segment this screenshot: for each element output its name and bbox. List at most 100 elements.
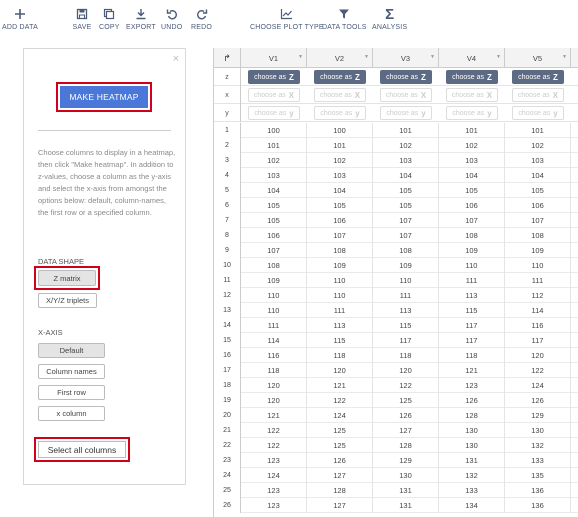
analysis-button[interactable]: Σ ANALYSIS [372, 6, 407, 32]
table-cell[interactable]: 101 [505, 123, 571, 138]
make-heatmap-button[interactable]: MAKE HEATMAP [60, 86, 148, 108]
table-cell[interactable]: 118 [373, 348, 439, 363]
table-cell[interactable]: 130 [439, 438, 505, 453]
table-cell[interactable]: 100 [241, 123, 307, 138]
row-number[interactable]: 9 [214, 243, 241, 258]
table-cell[interactable]: 123 [241, 453, 307, 468]
table-cell[interactable]: 108 [241, 258, 307, 273]
table-cell[interactable]: 106 [241, 228, 307, 243]
table-cell[interactable]: 124 [505, 378, 571, 393]
choose-plot-type-button[interactable]: CHOOSE PLOT TYPE [250, 6, 324, 31]
table-cell[interactable]: 127 [373, 423, 439, 438]
choose-as-x-button[interactable]: choose as X [380, 88, 432, 102]
table-cell[interactable]: 105 [241, 198, 307, 213]
table-cell[interactable]: 108 [373, 243, 439, 258]
row-number[interactable]: 10 [214, 258, 241, 273]
table-cell[interactable]: 124 [241, 468, 307, 483]
table-cell[interactable]: 111 [505, 273, 571, 288]
table-cell[interactable]: 121 [439, 363, 505, 378]
table-cell[interactable]: 130 [373, 468, 439, 483]
table-cell[interactable]: 111 [307, 303, 373, 318]
choose-as-y-button[interactable]: choose as y [380, 106, 432, 120]
table-cell[interactable]: 104 [439, 168, 505, 183]
table-cell[interactable]: 107 [373, 213, 439, 228]
caret-down-icon[interactable]: ▼ [496, 54, 501, 60]
table-cell[interactable]: 129 [373, 453, 439, 468]
row-number[interactable]: 18 [214, 378, 241, 393]
row-number[interactable]: 7 [214, 213, 241, 228]
table-cell[interactable]: 103 [373, 153, 439, 168]
table-cell[interactable]: 101 [373, 123, 439, 138]
row-number[interactable]: 11 [214, 273, 241, 288]
x-axis-default-option[interactable]: Default [38, 343, 105, 358]
table-cell[interactable]: 103 [241, 168, 307, 183]
row-number[interactable]: 8 [214, 228, 241, 243]
caret-down-icon[interactable]: ▼ [298, 54, 303, 60]
table-cell[interactable]: 122 [373, 378, 439, 393]
table-cell[interactable]: 109 [373, 258, 439, 273]
z-matrix-option[interactable]: Z matrix [38, 270, 96, 286]
table-cell[interactable]: 118 [307, 348, 373, 363]
table-cell[interactable]: 101 [241, 138, 307, 153]
column-header[interactable]: V3 ▼ [373, 48, 439, 68]
corner-cell[interactable]: ↱ [214, 48, 241, 68]
redo-button[interactable]: REDO [191, 6, 212, 31]
choose-as-z-button[interactable]: choose as Z [314, 70, 366, 84]
table-cell[interactable]: 107 [439, 213, 505, 228]
table-cell[interactable]: 109 [439, 243, 505, 258]
table-cell[interactable]: 130 [439, 423, 505, 438]
row-number[interactable]: 21 [214, 423, 241, 438]
table-cell[interactable]: 105 [439, 183, 505, 198]
table-cell[interactable]: 129 [505, 408, 571, 423]
table-cell[interactable]: 117 [373, 333, 439, 348]
table-cell[interactable]: 131 [373, 498, 439, 513]
table-cell[interactable]: 125 [307, 423, 373, 438]
table-cell[interactable]: 108 [505, 228, 571, 243]
row-number[interactable]: 19 [214, 393, 241, 408]
save-button[interactable]: SAVE [72, 6, 92, 31]
table-cell[interactable]: 122 [505, 363, 571, 378]
table-cell[interactable]: 127 [307, 498, 373, 513]
xyz-triplets-option[interactable]: X/Y/Z triplets [38, 293, 97, 308]
caret-down-icon[interactable]: ▼ [562, 54, 567, 60]
table-cell[interactable]: 118 [439, 348, 505, 363]
choose-as-y-button[interactable]: choose as y [446, 106, 498, 120]
table-cell[interactable]: 107 [505, 213, 571, 228]
row-number[interactable]: 25 [214, 483, 241, 498]
choose-as-y-button[interactable]: choose as y [248, 106, 300, 120]
table-cell[interactable]: 123 [439, 378, 505, 393]
add-data-button[interactable]: ADD DATA [2, 6, 38, 31]
table-cell[interactable]: 114 [241, 333, 307, 348]
choose-as-x-button[interactable]: choose as X [314, 88, 366, 102]
choose-as-x-button[interactable]: choose as X [248, 88, 300, 102]
table-cell[interactable]: 109 [505, 243, 571, 258]
table-cell[interactable]: 106 [439, 198, 505, 213]
column-header[interactable]: V5 ▼ [505, 48, 571, 68]
choose-as-z-button[interactable]: choose as Z [446, 70, 498, 84]
table-cell[interactable]: 131 [373, 483, 439, 498]
table-cell[interactable]: 109 [307, 258, 373, 273]
table-cell[interactable]: 115 [307, 333, 373, 348]
table-cell[interactable]: 118 [241, 363, 307, 378]
table-cell[interactable]: 103 [505, 153, 571, 168]
table-cell[interactable]: 110 [241, 288, 307, 303]
table-cell[interactable]: 113 [373, 303, 439, 318]
table-cell[interactable]: 125 [373, 393, 439, 408]
table-cell[interactable]: 102 [505, 138, 571, 153]
table-cell[interactable]: 104 [373, 168, 439, 183]
row-number[interactable]: 24 [214, 468, 241, 483]
table-cell[interactable]: 105 [307, 198, 373, 213]
choose-as-y-button[interactable]: choose as y [512, 106, 564, 120]
choose-as-z-button[interactable]: choose as Z [380, 70, 432, 84]
select-all-columns-button[interactable]: Select all columns [38, 441, 126, 458]
table-cell[interactable]: 107 [241, 243, 307, 258]
table-cell[interactable]: 126 [307, 453, 373, 468]
x-axis-x-column-option[interactable]: x column [38, 406, 105, 421]
table-cell[interactable]: 111 [373, 288, 439, 303]
table-cell[interactable]: 122 [307, 393, 373, 408]
table-cell[interactable]: 120 [505, 348, 571, 363]
table-cell[interactable]: 136 [505, 483, 571, 498]
table-cell[interactable]: 101 [307, 138, 373, 153]
table-cell[interactable]: 133 [505, 453, 571, 468]
table-cell[interactable]: 122 [241, 423, 307, 438]
